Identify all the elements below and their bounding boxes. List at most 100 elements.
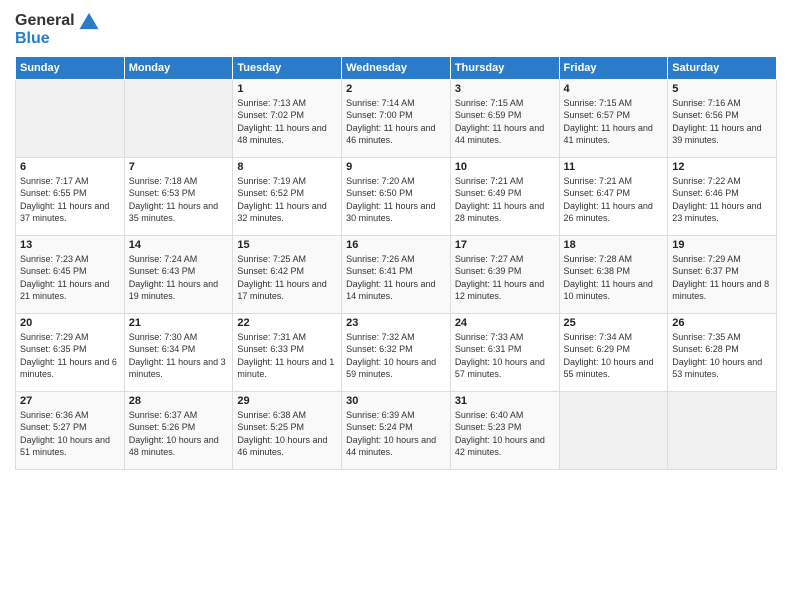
day-number: 30	[346, 395, 446, 407]
day-cell: 27 Sunrise: 6:36 AM Sunset: 5:27 PM Dayli…	[16, 391, 125, 469]
day-number: 18	[564, 239, 664, 251]
day-number: 2	[346, 83, 446, 95]
day-info: Sunrise: 7:33 AM Sunset: 6:31 PM Dayligh…	[455, 331, 555, 381]
day-cell: 23Sunrise: 7:32 AM Sunset: 6:32 PM Dayli…	[342, 313, 451, 391]
day-cell: 8 Sunrise: 7:19 AM Sunset: 6:52 PM Daylig…	[233, 157, 342, 235]
page: General Blue SundayMondayTuesdayWednesda…	[0, 0, 792, 612]
day-info: Sunrise: 7:25 AM Sunset: 6:42 PM Dayligh…	[237, 253, 337, 303]
day-info: Sunrise: 7:21 AM Sunset: 6:49 PM Dayligh…	[455, 175, 555, 225]
day-number: 5	[672, 83, 772, 95]
header: General Blue	[15, 10, 777, 48]
day-cell: 14 Sunrise: 7:24 AM Sunset: 6:43 PM Dayli…	[124, 235, 233, 313]
day-cell: 11 Sunrise: 7:21 AM Sunset: 6:47 PM Dayli…	[559, 157, 668, 235]
day-number: 20	[20, 317, 120, 329]
day-cell: 15 Sunrise: 7:25 AM Sunset: 6:42 PM Dayli…	[233, 235, 342, 313]
day-info: Sunrise: 7:19 AM Sunset: 6:52 PM Dayligh…	[237, 175, 337, 225]
weekday-wednesday: Wednesday	[342, 56, 451, 79]
weekday-friday: Friday	[559, 56, 668, 79]
day-number: 7	[129, 161, 229, 173]
day-number: 12	[672, 161, 772, 173]
day-cell: 9 Sunrise: 7:20 AM Sunset: 6:50 PM Daylig…	[342, 157, 451, 235]
day-cell: 25Sunrise: 7:34 AM Sunset: 6:29 PM Dayli…	[559, 313, 668, 391]
day-number: 25	[564, 317, 664, 329]
day-cell: 18Sunrise: 7:28 AM Sunset: 6:38 PM Dayli…	[559, 235, 668, 313]
day-cell: 29Sunrise: 6:38 AM Sunset: 5:25 PM Dayli…	[233, 391, 342, 469]
day-info: Sunrise: 7:24 AM Sunset: 6:43 PM Dayligh…	[129, 253, 229, 303]
day-info: Sunrise: 7:35 AM Sunset: 6:28 PM Dayligh…	[672, 331, 772, 381]
logo: General Blue	[15, 10, 100, 48]
day-cell	[668, 391, 777, 469]
logo-container: General Blue	[15, 10, 100, 48]
day-number: 17	[455, 239, 555, 251]
day-info: Sunrise: 7:30 AM Sunset: 6:34 PM Dayligh…	[129, 331, 229, 381]
day-info: Sunrise: 7:31 AM Sunset: 6:33 PM Dayligh…	[237, 331, 337, 381]
day-info: Sunrise: 7:23 AM Sunset: 6:45 PM Dayligh…	[20, 253, 120, 303]
day-number: 16	[346, 239, 446, 251]
day-cell: 21 Sunrise: 7:30 AM Sunset: 6:34 PM Dayli…	[124, 313, 233, 391]
day-info: Sunrise: 7:29 AM Sunset: 6:35 PM Dayligh…	[20, 331, 120, 381]
day-cell: 5 Sunrise: 7:16 AM Sunset: 6:56 PM Daylig…	[668, 79, 777, 157]
day-number: 8	[237, 161, 337, 173]
day-info: Sunrise: 7:22 AM Sunset: 6:46 PM Dayligh…	[672, 175, 772, 225]
day-cell: 31 Sunrise: 6:40 AM Sunset: 5:23 PM Dayli…	[450, 391, 559, 469]
day-number: 21	[129, 317, 229, 329]
day-cell: 24 Sunrise: 7:33 AM Sunset: 6:31 PM Dayli…	[450, 313, 559, 391]
weekday-monday: Monday	[124, 56, 233, 79]
day-cell: 28 Sunrise: 6:37 AM Sunset: 5:26 PM Dayli…	[124, 391, 233, 469]
day-number: 9	[346, 161, 446, 173]
day-number: 31	[455, 395, 555, 407]
logo-blue: Blue	[15, 30, 100, 48]
day-info: Sunrise: 7:32 AM Sunset: 6:32 PM Dayligh…	[346, 331, 446, 381]
day-cell: 6 Sunrise: 7:17 AM Sunset: 6:55 PM Daylig…	[16, 157, 125, 235]
day-cell: 4Sunrise: 7:15 AM Sunset: 6:57 PM Daylig…	[559, 79, 668, 157]
day-info: Sunrise: 7:16 AM Sunset: 6:56 PM Dayligh…	[672, 97, 772, 147]
weekday-tuesday: Tuesday	[233, 56, 342, 79]
logo-triangle-icon	[78, 10, 100, 32]
day-number: 4	[564, 83, 664, 95]
weekday-header-row: SundayMondayTuesdayWednesdayThursdayFrid…	[16, 56, 777, 79]
day-info: Sunrise: 6:37 AM Sunset: 5:26 PM Dayligh…	[129, 409, 229, 459]
weekday-saturday: Saturday	[668, 56, 777, 79]
day-cell: 20 Sunrise: 7:29 AM Sunset: 6:35 PM Dayli…	[16, 313, 125, 391]
day-info: Sunrise: 7:15 AM Sunset: 6:59 PM Dayligh…	[455, 97, 555, 147]
day-info: Sunrise: 7:18 AM Sunset: 6:53 PM Dayligh…	[129, 175, 229, 225]
day-number: 1	[237, 83, 337, 95]
day-cell	[559, 391, 668, 469]
day-info: Sunrise: 7:21 AM Sunset: 6:47 PM Dayligh…	[564, 175, 664, 225]
day-number: 26	[672, 317, 772, 329]
day-cell: 12 Sunrise: 7:22 AM Sunset: 6:46 PM Dayli…	[668, 157, 777, 235]
day-cell: 17Sunrise: 7:27 AM Sunset: 6:39 PM Dayli…	[450, 235, 559, 313]
day-info: Sunrise: 7:26 AM Sunset: 6:41 PM Dayligh…	[346, 253, 446, 303]
day-info: Sunrise: 7:13 AM Sunset: 7:02 PM Dayligh…	[237, 97, 337, 147]
day-cell: 16 Sunrise: 7:26 AM Sunset: 6:41 PM Dayli…	[342, 235, 451, 313]
day-number: 19	[672, 239, 772, 251]
day-number: 15	[237, 239, 337, 251]
day-number: 11	[564, 161, 664, 173]
week-row-2: 6 Sunrise: 7:17 AM Sunset: 6:55 PM Daylig…	[16, 157, 777, 235]
week-row-1: 1 Sunrise: 7:13 AM Sunset: 7:02 PM Daylig…	[16, 79, 777, 157]
day-cell: 2 Sunrise: 7:14 AM Sunset: 7:00 PM Daylig…	[342, 79, 451, 157]
day-number: 28	[129, 395, 229, 407]
day-cell: 1 Sunrise: 7:13 AM Sunset: 7:02 PM Daylig…	[233, 79, 342, 157]
day-cell	[124, 79, 233, 157]
day-number: 14	[129, 239, 229, 251]
day-info: Sunrise: 6:38 AM Sunset: 5:25 PM Dayligh…	[237, 409, 337, 459]
logo-general: General	[15, 12, 75, 30]
week-row-4: 20 Sunrise: 7:29 AM Sunset: 6:35 PM Dayli…	[16, 313, 777, 391]
week-row-3: 13 Sunrise: 7:23 AM Sunset: 6:45 PM Dayli…	[16, 235, 777, 313]
day-number: 6	[20, 161, 120, 173]
day-cell: 10 Sunrise: 7:21 AM Sunset: 6:49 PM Dayli…	[450, 157, 559, 235]
day-info: Sunrise: 7:20 AM Sunset: 6:50 PM Dayligh…	[346, 175, 446, 225]
day-number: 27	[20, 395, 120, 407]
day-cell: 22Sunrise: 7:31 AM Sunset: 6:33 PM Dayli…	[233, 313, 342, 391]
day-info: Sunrise: 7:17 AM Sunset: 6:55 PM Dayligh…	[20, 175, 120, 225]
day-number: 13	[20, 239, 120, 251]
day-cell	[16, 79, 125, 157]
day-info: Sunrise: 6:36 AM Sunset: 5:27 PM Dayligh…	[20, 409, 120, 459]
day-info: Sunrise: 6:40 AM Sunset: 5:23 PM Dayligh…	[455, 409, 555, 459]
day-cell: 30Sunrise: 6:39 AM Sunset: 5:24 PM Dayli…	[342, 391, 451, 469]
day-info: Sunrise: 7:14 AM Sunset: 7:00 PM Dayligh…	[346, 97, 446, 147]
day-info: Sunrise: 7:29 AM Sunset: 6:37 PM Dayligh…	[672, 253, 772, 303]
day-number: 24	[455, 317, 555, 329]
day-number: 10	[455, 161, 555, 173]
